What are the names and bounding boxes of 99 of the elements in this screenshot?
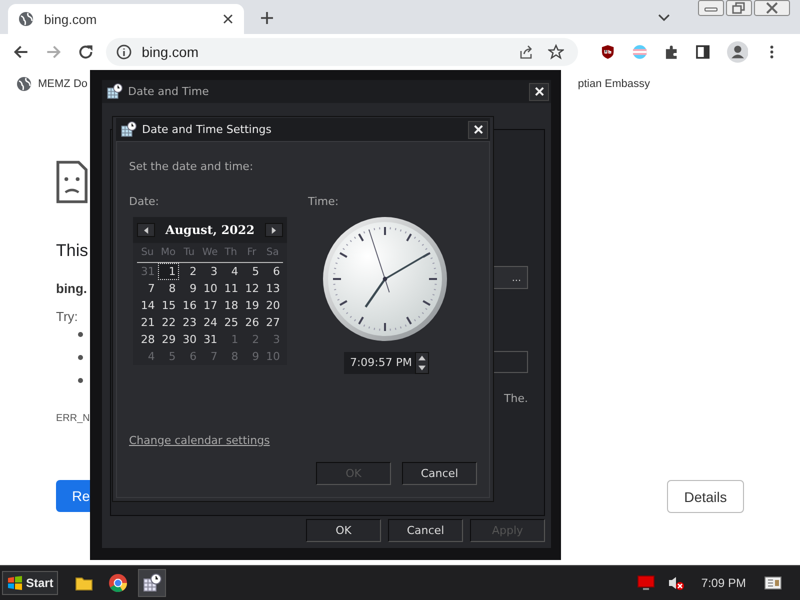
time-field[interactable]: 7:09:57 PM bbox=[344, 352, 415, 374]
close-button[interactable] bbox=[468, 120, 488, 138]
calendar-day[interactable]: 16 bbox=[178, 297, 200, 314]
calendar-day[interactable]: 22 bbox=[158, 314, 179, 331]
windows-logo-icon bbox=[7, 575, 23, 591]
weekday-label: We bbox=[201, 246, 219, 260]
tab-title: bing.com bbox=[44, 12, 98, 26]
muted-speaker-icon[interactable] bbox=[667, 575, 686, 591]
instruction-text: Set the date and time: bbox=[129, 160, 254, 173]
monitor-icon[interactable] bbox=[637, 575, 656, 591]
calendar-day[interactable]: 18 bbox=[220, 297, 242, 314]
star-icon[interactable] bbox=[548, 44, 564, 60]
notification-icon[interactable] bbox=[764, 575, 782, 591]
puzzle-icon[interactable] bbox=[664, 44, 680, 60]
calendar-day[interactable]: 30 bbox=[178, 331, 200, 348]
dialog-button[interactable]: Cancel bbox=[402, 462, 477, 485]
bookmark-link[interactable]: ptian Embassy bbox=[578, 78, 650, 90]
restore-icon[interactable] bbox=[726, 0, 752, 16]
weekday-label: Tu bbox=[182, 246, 196, 260]
calendar-day[interactable]: 25 bbox=[220, 314, 242, 331]
dialog-button[interactable]: Cancel bbox=[388, 519, 463, 542]
back-icon[interactable] bbox=[12, 43, 30, 61]
globe-icon bbox=[18, 11, 34, 27]
up-arrow-icon bbox=[416, 353, 428, 363]
close-button[interactable] bbox=[529, 82, 549, 100]
calendar-day[interactable]: 13 bbox=[262, 280, 284, 297]
calendar-settings-link[interactable]: Change calendar settings bbox=[129, 434, 270, 447]
calendar-day[interactable]: 23 bbox=[178, 314, 200, 331]
weekday-label: Fr bbox=[246, 246, 258, 260]
weekday-label: Mo bbox=[160, 246, 177, 260]
previous-month-button[interactable] bbox=[137, 223, 155, 237]
time-spinner[interactable] bbox=[415, 352, 429, 374]
close-icon[interactable] bbox=[222, 13, 234, 25]
down-arrow-icon bbox=[416, 363, 428, 373]
address-bar[interactable]: bing.com bbox=[106, 38, 578, 66]
calendar-day[interactable]: 21 bbox=[137, 314, 158, 331]
calendar-clock-icon bbox=[120, 121, 137, 138]
weekday-label: Su bbox=[140, 246, 155, 260]
taskbar-clock[interactable]: 7:09 PM bbox=[701, 576, 746, 590]
calendar-day[interactable]: 20 bbox=[262, 297, 284, 314]
calendar-day[interactable]: 29 bbox=[158, 331, 179, 348]
calendar-day[interactable]: 14 bbox=[137, 297, 158, 314]
taskbar-app[interactable] bbox=[138, 569, 166, 597]
calendar-clock-icon bbox=[106, 83, 123, 100]
calendar-day[interactable]: 26 bbox=[241, 314, 262, 331]
sidebar-icon[interactable] bbox=[695, 44, 711, 60]
shield-icon[interactable] bbox=[600, 44, 616, 60]
calendar-day[interactable]: 3 bbox=[200, 263, 220, 280]
date-label: Date: bbox=[129, 195, 160, 208]
calendar-day[interactable]: 15 bbox=[158, 297, 179, 314]
calendar-day[interactable]: 24 bbox=[200, 314, 220, 331]
error-heading: This bbox=[56, 241, 88, 261]
calendar-day[interactable]: 31 bbox=[200, 331, 220, 348]
browser-tab[interactable]: bing.com bbox=[8, 4, 244, 34]
dialog-button[interactable]: OK bbox=[306, 519, 381, 542]
reload-icon[interactable] bbox=[77, 43, 95, 61]
calendar-day[interactable]: 12 bbox=[241, 280, 262, 297]
calendar-day[interactable]: 17 bbox=[200, 297, 220, 314]
share-icon[interactable] bbox=[518, 44, 534, 60]
window-title: Date and Time bbox=[128, 85, 209, 98]
calendar-day[interactable]: 27 bbox=[262, 314, 284, 331]
right-arrow-icon bbox=[271, 226, 276, 234]
calendar-day[interactable]: 2 bbox=[178, 263, 200, 280]
calendar-day[interactable]: 6 bbox=[262, 263, 284, 280]
calendar-day[interactable]: 5 bbox=[241, 263, 262, 280]
side-text: The. bbox=[504, 392, 528, 405]
window-title: Date and Time Settings bbox=[142, 123, 272, 136]
calendar-day[interactable]: 1 bbox=[158, 263, 179, 280]
globe-icon bbox=[16, 76, 32, 92]
calendar-day[interactable]: 8 bbox=[158, 280, 179, 297]
next-month-button[interactable] bbox=[264, 223, 283, 237]
weekday-label: Th bbox=[224, 246, 238, 260]
start-button[interactable]: Start bbox=[2, 571, 58, 595]
profile-icon[interactable] bbox=[726, 41, 748, 63]
site-name: bing. bbox=[56, 281, 88, 296]
details-button[interactable]: Details bbox=[667, 480, 744, 513]
bookmark-link[interactable]: MEMZ Do bbox=[16, 76, 88, 92]
browser-logo-icon bbox=[108, 573, 128, 593]
error-code: ERR_N bbox=[56, 413, 90, 424]
time-label: Time: bbox=[308, 195, 340, 208]
weekday-label: Sa bbox=[265, 246, 280, 260]
calendar-day[interactable]: 9 bbox=[178, 280, 200, 297]
calendar-day[interactable]: 28 bbox=[137, 331, 158, 348]
calendar-clock-icon bbox=[142, 573, 162, 593]
calendar-day[interactable]: 10 bbox=[200, 280, 220, 297]
close-icon bbox=[534, 86, 544, 97]
sad-page-icon bbox=[56, 160, 88, 204]
chevron-down-icon[interactable] bbox=[658, 14, 670, 22]
close-icon[interactable] bbox=[754, 0, 790, 16]
close-icon bbox=[472, 124, 484, 135]
calendar-day[interactable]: 19 bbox=[241, 297, 262, 314]
calendar-day[interactable]: 4 bbox=[220, 263, 242, 280]
info-icon bbox=[116, 44, 132, 60]
try-label: Try: bbox=[56, 309, 78, 324]
left-arrow-icon bbox=[144, 226, 148, 234]
calendar-day[interactable]: 7 bbox=[137, 280, 158, 297]
calendar-day[interactable]: 11 bbox=[220, 280, 242, 297]
minimize-icon[interactable] bbox=[698, 0, 724, 16]
plus-icon[interactable] bbox=[260, 11, 274, 25]
